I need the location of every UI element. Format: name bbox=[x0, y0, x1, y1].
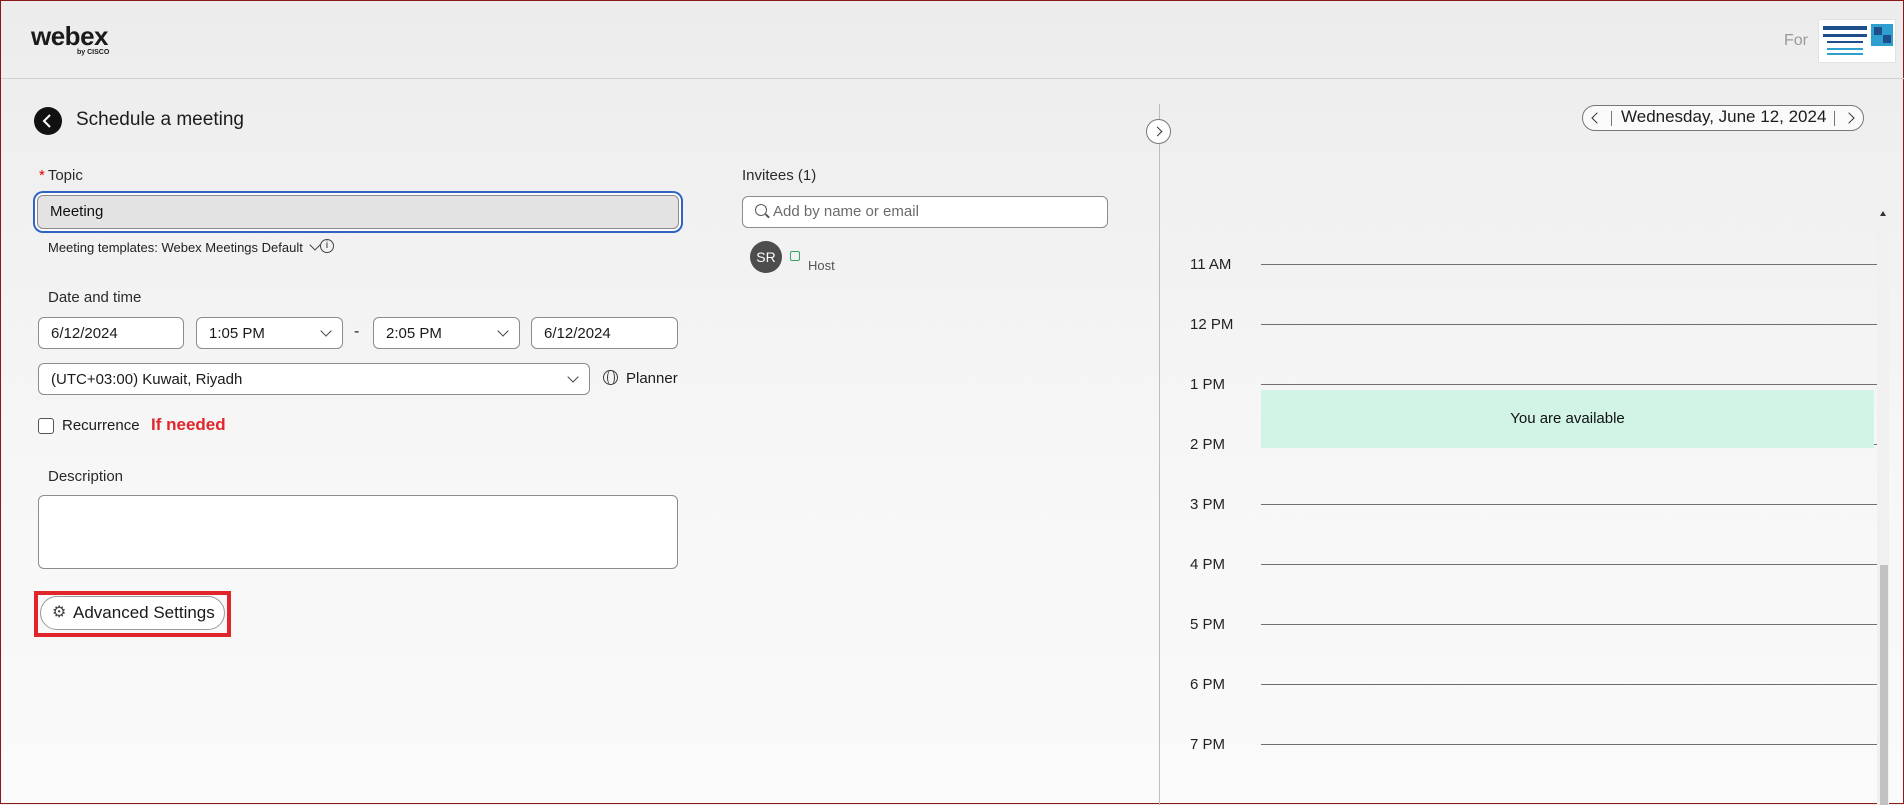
recurrence-label: Recurrence bbox=[62, 417, 140, 434]
gear-icon: ⚙ bbox=[52, 604, 67, 621]
recurrence-checkbox[interactable] bbox=[38, 418, 54, 434]
brand-name: webex bbox=[31, 21, 109, 51]
hour-line bbox=[1261, 624, 1878, 625]
hour-line bbox=[1261, 684, 1878, 685]
page-title: Schedule a meeting bbox=[76, 109, 244, 130]
webex-logo: webex by CISCO bbox=[31, 23, 109, 56]
topic-label: * Topic bbox=[39, 167, 83, 184]
required-marker: * bbox=[39, 167, 45, 184]
description-textarea[interactable] bbox=[38, 495, 678, 569]
hour-label: 4 PM bbox=[1190, 556, 1226, 573]
topic-label-text: Topic bbox=[47, 167, 83, 184]
meeting-template-dropdown[interactable]: Meeting templates: Webex Meetings Defaul… bbox=[48, 239, 321, 255]
advanced-settings-button[interactable]: Advanced Settings bbox=[40, 596, 225, 630]
if-needed-annotation: If needed bbox=[151, 415, 226, 434]
end-date-field[interactable]: 6/12/2024 bbox=[531, 317, 678, 349]
panel-divider bbox=[1159, 104, 1160, 805]
search-icon bbox=[755, 204, 767, 216]
start-time-value: 1:05 PM bbox=[209, 325, 265, 342]
nav-separator bbox=[1611, 111, 1612, 126]
hour-label: 12 PM bbox=[1190, 316, 1234, 333]
for-label: For bbox=[1784, 32, 1808, 49]
info-icon[interactable]: i bbox=[320, 239, 334, 253]
chevron-down-icon bbox=[497, 325, 509, 337]
hour-label: 6 PM bbox=[1190, 676, 1226, 693]
hour-line bbox=[1261, 744, 1878, 745]
scroll-thumb[interactable] bbox=[1880, 565, 1888, 805]
next-day-icon[interactable] bbox=[1843, 112, 1855, 124]
hour-label: 1 PM bbox=[1190, 376, 1226, 393]
back-button[interactable] bbox=[34, 107, 62, 135]
start-date-field[interactable]: 6/12/2024 bbox=[38, 317, 184, 349]
hour-label: 7 PM bbox=[1190, 736, 1226, 753]
hour-label: 3 PM bbox=[1190, 496, 1226, 513]
avatar[interactable]: SR bbox=[750, 241, 782, 273]
description-label: Description bbox=[48, 468, 124, 485]
timezone-select[interactable]: (UTC+03:00) Kuwait, Riyadh bbox=[38, 363, 590, 395]
availability-text: You are available bbox=[1510, 410, 1625, 427]
hour-line bbox=[1261, 264, 1878, 265]
previous-day-icon[interactable] bbox=[1591, 112, 1603, 124]
hour-line bbox=[1261, 564, 1878, 565]
hour-line bbox=[1261, 324, 1878, 325]
organization-logo bbox=[1818, 19, 1896, 63]
hour-label: 11 AM bbox=[1190, 256, 1232, 273]
planner-button[interactable]: Planner bbox=[626, 370, 678, 387]
topic-input[interactable]: Meeting bbox=[37, 195, 679, 229]
chevron-left-icon bbox=[42, 114, 51, 128]
start-time-select[interactable]: 1:05 PM bbox=[196, 317, 343, 349]
app-header: webex by CISCO For bbox=[1, 1, 1904, 79]
chevron-down-icon bbox=[309, 239, 321, 251]
end-time-value: 2:05 PM bbox=[386, 325, 442, 342]
brand-subtitle: by CISCO bbox=[77, 49, 110, 56]
nav-separator bbox=[1834, 111, 1835, 126]
chevron-down-icon bbox=[567, 371, 579, 383]
collapse-panel-button[interactable] bbox=[1146, 119, 1171, 144]
date-time-label: Date and time bbox=[48, 289, 142, 306]
template-label: Meeting templates: Webex Meetings Defaul… bbox=[48, 240, 303, 255]
hour-line bbox=[1261, 504, 1878, 505]
globe-icon bbox=[603, 369, 618, 385]
hour-label: 2 PM bbox=[1190, 436, 1226, 453]
host-label: Host bbox=[808, 258, 835, 273]
hour-line bbox=[1261, 384, 1878, 385]
invitees-label: Invitees (1) bbox=[742, 167, 817, 184]
calendar-icon bbox=[790, 251, 800, 261]
end-time-select[interactable]: 2:05 PM bbox=[373, 317, 520, 349]
scroll-up-icon[interactable] bbox=[1880, 211, 1886, 216]
calendar-date: Wednesday, June 12, 2024 bbox=[1621, 107, 1827, 126]
time-separator: - bbox=[354, 323, 360, 340]
chevron-down-icon bbox=[320, 325, 332, 337]
hour-label: 5 PM bbox=[1190, 616, 1226, 633]
invitee-search-placeholder: Add by name or email bbox=[773, 203, 919, 220]
timezone-value: (UTC+03:00) Kuwait, Riyadh bbox=[51, 371, 243, 388]
